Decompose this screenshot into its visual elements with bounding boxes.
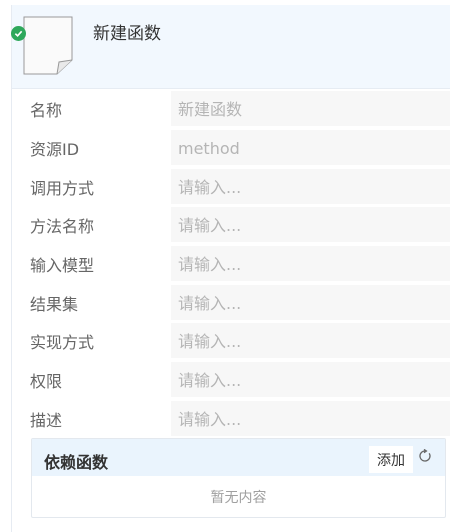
- field-result-set: 结果集 请输入...: [12, 285, 450, 321]
- field-label: 权限: [30, 372, 63, 391]
- field-label: 实现方式: [30, 333, 95, 352]
- check-icon: [11, 26, 26, 41]
- result-set-input[interactable]: 请输入...: [171, 285, 450, 321]
- field-permission: 权限 请输入...: [12, 362, 450, 398]
- field-label: 调用方式: [30, 179, 95, 198]
- resource-id-input[interactable]: method: [171, 130, 450, 166]
- add-dependency-button[interactable]: 添加: [369, 446, 413, 473]
- field-invoke-mode: 调用方式 请输入...: [12, 169, 450, 205]
- field-label: 名称: [30, 101, 63, 120]
- dependency-title: 依赖函数: [44, 453, 109, 472]
- empty-state-text: 暂无内容: [210, 490, 267, 506]
- field-implementation: 实现方式 请输入...: [12, 323, 450, 359]
- dependency-header: 依赖函数 添加: [32, 439, 445, 476]
- field-label: 描述: [30, 411, 63, 430]
- function-header: 新建函数: [11, 5, 450, 89]
- field-description: 描述 请输入...: [12, 401, 450, 437]
- description-input[interactable]: 请输入...: [171, 401, 450, 437]
- field-method-name: 方法名称 请输入...: [12, 207, 450, 243]
- field-resource-id: 资源ID method: [12, 130, 450, 166]
- permission-input[interactable]: 请输入...: [171, 362, 450, 398]
- field-label: 输入模型: [30, 256, 95, 275]
- field-label: 资源ID: [30, 140, 80, 159]
- function-properties-panel: 新建函数 名称 新建函数 资源ID method 调用方式 请输入... 方法名…: [11, 5, 450, 532]
- function-title: 新建函数: [93, 24, 161, 44]
- implementation-input[interactable]: 请输入...: [171, 323, 450, 359]
- field-input-model: 输入模型 请输入...: [12, 246, 450, 282]
- method-name-input[interactable]: 请输入...: [171, 207, 450, 243]
- invoke-mode-input[interactable]: 请输入...: [171, 169, 450, 205]
- document-icon: [23, 16, 73, 75]
- refresh-icon[interactable]: [418, 449, 432, 463]
- field-name: 名称 新建函数: [12, 91, 450, 127]
- input-model-input[interactable]: 请输入...: [171, 246, 450, 282]
- dependency-functions-section: 依赖函数 添加 暂无内容: [31, 438, 446, 518]
- field-label: 方法名称: [30, 217, 95, 236]
- name-input[interactable]: 新建函数: [171, 91, 450, 127]
- field-label: 结果集: [30, 295, 79, 314]
